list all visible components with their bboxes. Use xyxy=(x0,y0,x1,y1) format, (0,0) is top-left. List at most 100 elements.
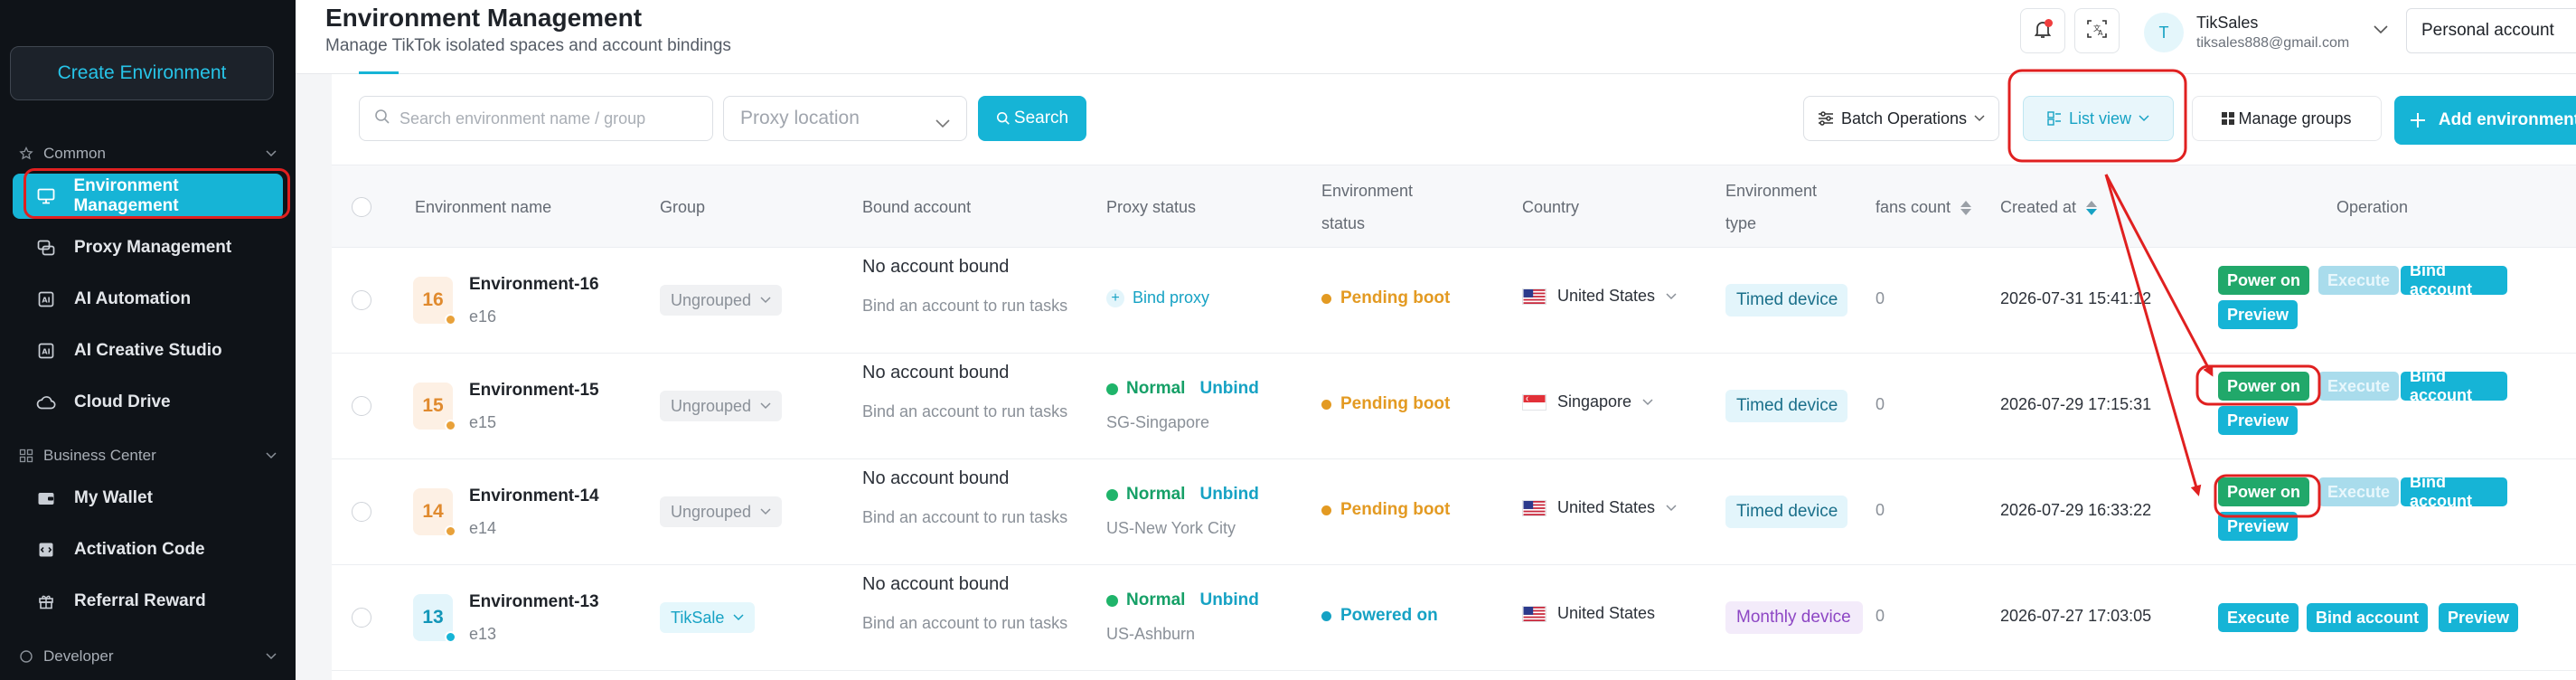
bind-account-button[interactable]: Bind account xyxy=(2307,603,2429,632)
unbind-proxy-link[interactable]: Unbind xyxy=(1199,379,1258,399)
fans-count: 0 xyxy=(1876,607,1885,625)
group-select[interactable]: Ungrouped xyxy=(660,496,783,527)
create-environment-button[interactable]: Create Environment xyxy=(10,46,274,100)
column-header-bound-account: Bound account xyxy=(862,198,972,216)
preview-button[interactable]: Preview xyxy=(2218,300,2299,329)
code-icon xyxy=(36,540,56,560)
column-header-line: Environment xyxy=(1321,182,1414,200)
sidebar-item-label: Referral Reward xyxy=(74,591,206,610)
environment-id: e16 xyxy=(469,307,497,326)
group-select[interactable]: Ungrouped xyxy=(660,391,783,421)
country-label: United States xyxy=(1557,604,1656,622)
preview-button[interactable]: Preview xyxy=(2218,512,2299,541)
row-checkbox[interactable] xyxy=(352,396,371,416)
proxy-location-select[interactable]: Proxy location xyxy=(723,96,967,141)
row-checkbox[interactable] xyxy=(352,608,371,628)
page-subtitle: Manage TikTok isolated spaces and accoun… xyxy=(325,36,731,55)
translate-button[interactable]: 文A xyxy=(2074,8,2120,53)
notification-button[interactable] xyxy=(2020,8,2065,53)
row-checkbox[interactable] xyxy=(352,502,371,522)
list-view-button[interactable]: List view xyxy=(2023,96,2174,141)
search-input[interactable] xyxy=(400,109,698,128)
country-select[interactable]: United States xyxy=(1522,604,1655,623)
row-checkbox[interactable] xyxy=(352,290,371,310)
sidebar-item-ai-automation[interactable]: AI AI Automation xyxy=(13,277,283,322)
column-header-country: Country xyxy=(1522,198,1580,216)
chevron-down-icon xyxy=(1666,504,1677,512)
country-select[interactable]: United States xyxy=(1522,498,1677,517)
country-label: United States xyxy=(1557,287,1656,305)
column-header-proxy-status: Proxy status xyxy=(1106,198,1197,216)
sidebar-item-environment-management[interactable]: Environment Management xyxy=(13,174,283,219)
environment-type-tag: Timed device xyxy=(1725,284,1847,316)
country-select[interactable]: United States xyxy=(1522,287,1677,306)
environment-status-label: Pending boot xyxy=(1340,394,1451,413)
power-on-button[interactable]: Power on xyxy=(2218,477,2310,506)
status-dot xyxy=(445,525,456,537)
column-header-env-type: Environment type xyxy=(1725,178,1817,236)
group-select[interactable]: TikSale xyxy=(660,602,756,633)
us-flag-icon xyxy=(1522,288,1547,305)
search-box[interactable] xyxy=(359,96,713,141)
top-header: Environment Management Manage TikTok iso… xyxy=(296,0,2576,74)
bind-proxy-link[interactable]: + Bind proxy xyxy=(1106,288,1209,307)
chevron-down-icon xyxy=(265,147,277,160)
environment-status: Pending boot xyxy=(1321,500,1450,520)
unbind-proxy-link[interactable]: Unbind xyxy=(1199,485,1258,505)
sidebar-item-ai-creative-studio[interactable]: AI AI Creative Studio xyxy=(13,328,283,373)
bind-account-button[interactable]: Bind account xyxy=(2401,367,2507,404)
user-info: TikSales tiksales888@gmail.com xyxy=(2196,14,2349,52)
environment-name[interactable]: Environment-13 xyxy=(469,592,599,612)
group-select[interactable]: Ungrouped xyxy=(660,285,783,316)
power-on-button[interactable]: Power on xyxy=(2218,266,2310,295)
sidebar-item-proxy-management[interactable]: Proxy Management xyxy=(13,225,283,270)
environment-name[interactable]: Environment-14 xyxy=(469,486,599,506)
sidebar-item-my-wallet[interactable]: My Wallet xyxy=(13,476,283,521)
bind-account-button[interactable]: Bind account xyxy=(2401,261,2507,298)
sidebar-item-cloud-drive[interactable]: Cloud Drive xyxy=(13,380,283,425)
execute-button[interactable]: Execute xyxy=(2218,603,2299,632)
proxy-normal-label: Normal xyxy=(1126,379,1186,398)
table-row: 16 Environment-16 e16 Ungrouped No accou… xyxy=(332,248,2576,354)
unbind-proxy-link[interactable]: Unbind xyxy=(1199,590,1258,610)
bound-account-hint: Bind an account to run tasks xyxy=(862,614,1068,632)
sidebar-item-label: Activation Code xyxy=(74,540,205,559)
environment-status-label: Powered on xyxy=(1340,606,1438,625)
manage-groups-button[interactable]: Manage groups xyxy=(2192,96,2382,141)
sort-icon[interactable] xyxy=(2086,201,2098,216)
fans-count: 0 xyxy=(1876,289,1885,307)
select-all-checkbox[interactable] xyxy=(352,197,371,217)
environment-name[interactable]: Environment-15 xyxy=(469,381,599,401)
search-button[interactable]: Search xyxy=(978,96,1086,141)
execute-button[interactable]: Execute xyxy=(2318,372,2400,401)
column-header-fans[interactable]: fans count xyxy=(1876,194,1972,220)
group-label: Ungrouped xyxy=(671,290,752,309)
preview-button[interactable]: Preview xyxy=(2439,603,2519,632)
status-dot xyxy=(1321,610,1331,621)
environment-name[interactable]: Environment-16 xyxy=(469,275,599,295)
sidebar-item-activation-code[interactable]: Activation Code xyxy=(13,527,283,572)
section-business-center[interactable]: Business Center xyxy=(18,442,277,469)
proxy-location: US-Ashburn xyxy=(1106,625,1196,643)
sidebar-item-referral-reward[interactable]: Referral Reward xyxy=(13,579,283,624)
column-header-created[interactable]: Created at xyxy=(2000,194,2098,220)
preview-button[interactable]: Preview xyxy=(2218,406,2299,435)
user-email: tiksales888@gmail.com xyxy=(2196,35,2350,51)
bind-account-button[interactable]: Bind account xyxy=(2401,473,2507,510)
chevron-down-icon xyxy=(2374,23,2388,39)
bound-account-hint: Bind an account to run tasks xyxy=(862,508,1068,526)
section-common[interactable]: Common xyxy=(18,140,277,167)
section-developer[interactable]: Developer xyxy=(18,643,277,670)
sort-icon[interactable] xyxy=(1960,201,1972,216)
execute-button[interactable]: Execute xyxy=(2318,266,2400,295)
account-type-select[interactable]: Personal account xyxy=(2406,8,2576,53)
execute-button[interactable]: Execute xyxy=(2318,477,2400,506)
add-environment-button[interactable]: Add environment xyxy=(2394,96,2576,145)
power-on-button[interactable]: Power on xyxy=(2218,372,2310,401)
user-menu[interactable]: T TikSales tiksales888@gmail.com xyxy=(2144,8,2406,57)
us-flag-icon xyxy=(1522,605,1547,622)
group-label: Ungrouped xyxy=(671,396,752,415)
batch-operations-button[interactable]: Batch Operations xyxy=(1803,96,1999,141)
country-label: United States xyxy=(1557,498,1656,516)
country-select[interactable]: Singapore xyxy=(1522,392,1653,411)
